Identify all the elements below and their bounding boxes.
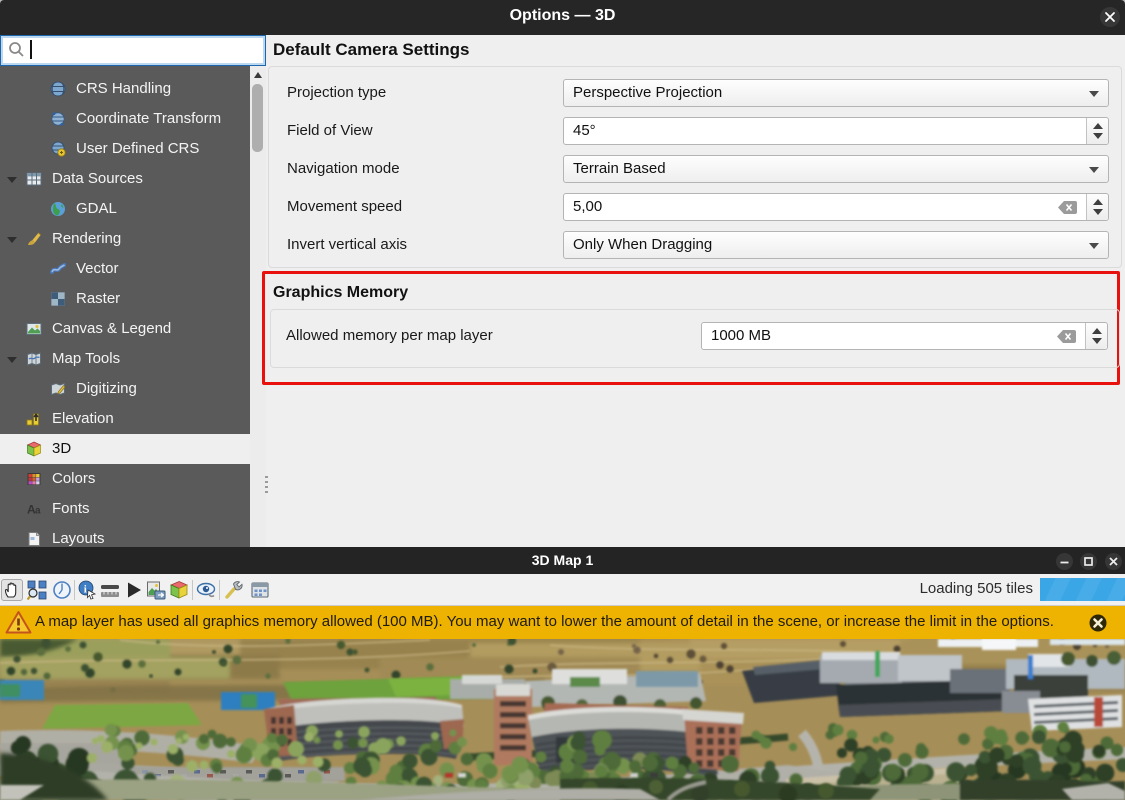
svg-text:a: a xyxy=(35,506,41,517)
svg-text:i: i xyxy=(84,584,87,596)
